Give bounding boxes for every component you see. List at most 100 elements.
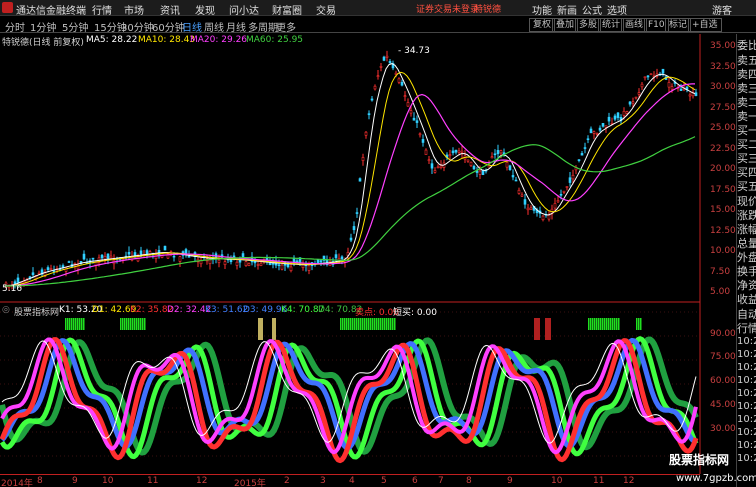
ma5-value: MA5: 28.22 <box>86 35 138 45</box>
date-tick: 11 <box>147 476 159 486</box>
candle-body <box>256 264 260 266</box>
candle-body <box>349 237 353 241</box>
watermark-url: www.7gpzb.com <box>676 473 756 484</box>
signal-bar <box>534 318 540 340</box>
candle-body <box>82 253 86 260</box>
candle-body <box>91 257 95 260</box>
candle-body <box>370 98 374 101</box>
candle-body <box>271 263 275 265</box>
candle-body <box>628 101 632 105</box>
signal-bar <box>258 318 263 340</box>
candle-body <box>388 61 392 64</box>
indicator-title: ◎ 股票指标网 K1: 53.20 D1: 42.69 K2: 35.82 D2… <box>0 304 700 318</box>
stock-title: 特锐德(日线 前复权) <box>2 38 84 48</box>
main-chart-title: 特锐德(日线 前复权) MA5: 28.22 MA10: 28.43 MA20:… <box>0 34 700 48</box>
candle-body <box>448 154 452 156</box>
price-tick: 25.00 <box>710 123 736 133</box>
tick-time: 10:2 <box>737 388 756 399</box>
candle-body <box>49 268 53 270</box>
high-price-label: - 34.73 <box>398 46 430 56</box>
candle-body <box>355 212 359 214</box>
ind-tick: 75.00 <box>710 352 736 362</box>
buy-signal-bar <box>340 318 342 330</box>
date-tick: 8 <box>37 476 43 486</box>
candle-body <box>382 56 386 61</box>
candle-body <box>385 55 389 58</box>
tick-time: 10:2 <box>737 375 756 386</box>
ind-tick: 45.00 <box>710 400 736 410</box>
candle-body <box>106 253 110 259</box>
candle-body <box>376 75 380 77</box>
candle-body <box>451 150 455 154</box>
candle-body <box>379 66 383 68</box>
buy-signal-bar <box>130 318 132 330</box>
candle-body <box>289 266 293 271</box>
candle-body <box>61 265 65 268</box>
buy-signal-bar <box>362 318 364 330</box>
buy-signal-bar <box>77 318 79 330</box>
chart-canvas[interactable]: - 34.73 5.16 <box>0 0 756 487</box>
date-tick: 6 <box>412 476 418 486</box>
buy-signal-bar <box>592 318 594 330</box>
candle-body <box>412 117 416 121</box>
date-tick: 3 <box>320 476 326 486</box>
candle-body <box>436 166 440 169</box>
candle-body <box>466 159 470 162</box>
candle-body <box>649 73 653 76</box>
buy-signal-bar <box>606 318 608 330</box>
candle-body <box>241 253 245 258</box>
date-tick: 10 <box>551 476 563 486</box>
buy-signal-bar <box>124 318 126 330</box>
buy-signal-bar <box>390 318 392 330</box>
buy-signal-bar <box>73 318 75 330</box>
candle-body <box>178 256 182 262</box>
candle-body <box>547 215 551 220</box>
buy-signal-bar <box>354 318 356 330</box>
date-tick: 5 <box>381 476 387 486</box>
buy-signal-bar <box>640 318 642 330</box>
candle-body <box>496 150 500 155</box>
buy-signal-bar <box>374 318 376 330</box>
buy-signal-bar <box>67 318 69 330</box>
candle-body <box>406 102 410 107</box>
candle-body <box>568 177 572 183</box>
candle-body <box>631 101 635 104</box>
buy-signal-bar <box>81 318 83 330</box>
buy-signal-bar <box>71 318 73 330</box>
price-tick: 27.50 <box>710 103 736 113</box>
quote-label: 委比 <box>737 39 756 52</box>
indicator-name[interactable]: 股票指标网 <box>14 305 59 318</box>
date-tick: 9 <box>507 476 513 486</box>
ind-tick: 90.00 <box>710 329 736 339</box>
candle-body <box>571 174 575 180</box>
quote-label: 买五 <box>737 180 756 193</box>
buy-signal-bar <box>378 318 380 330</box>
candle-body <box>559 194 563 196</box>
ma60-value: MA60: 25.95 <box>246 35 304 45</box>
buy-signal-bar <box>384 318 386 330</box>
candle-body <box>109 255 113 259</box>
buy-signal-bar <box>610 318 612 330</box>
price-tick: 7.50 <box>710 267 731 277</box>
date-tick: 12 <box>196 476 208 486</box>
quote-tab[interactable]: 行情 <box>737 320 756 336</box>
indicator-icon[interactable]: ◎ <box>2 305 10 315</box>
candle-body <box>52 270 56 273</box>
candle-body <box>688 94 692 97</box>
candle-body <box>586 138 590 141</box>
buy-signal-bar <box>368 318 370 330</box>
candle-body <box>103 256 107 260</box>
candle-body <box>481 170 485 176</box>
candle-body <box>469 161 473 166</box>
buy-signal-bar <box>69 318 71 330</box>
buy-signal-bar <box>350 318 352 330</box>
low-price-label: 5.16 <box>2 284 22 294</box>
candle-body <box>280 264 284 270</box>
buy-signal-bar <box>134 318 136 330</box>
candle-body <box>634 96 638 99</box>
price-tick: 20.00 <box>710 164 736 174</box>
date-tick: 11 <box>593 476 605 486</box>
candle-body <box>244 261 248 266</box>
buy-signal-bar <box>136 318 138 330</box>
date-tick: 8 <box>466 476 472 486</box>
